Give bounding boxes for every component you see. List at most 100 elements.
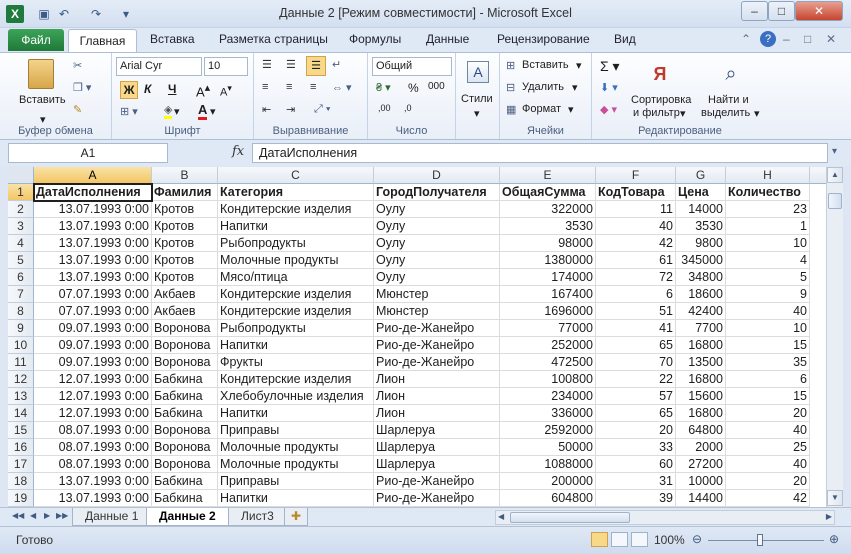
table-cell[interactable]: Молочные продукты [218, 252, 374, 269]
table-cell[interactable]: 2000 [676, 439, 726, 456]
clear-icon[interactable]: ◆ ▾ [600, 103, 617, 116]
header-cell[interactable]: ОбщаяСумма [500, 184, 596, 201]
page-layout-view-icon[interactable] [611, 532, 628, 547]
table-cell[interactable]: Кондитерские изделия [218, 371, 374, 388]
worksheet-grid[interactable]: A B C D E F G H 1 ДатаИсполнения Фамилия Категория Г… [8, 167, 826, 507]
format-cells-button[interactable]: Формат [522, 103, 561, 115]
font-size-select[interactable]: 10 [204, 57, 248, 76]
table-cell[interactable]: 65 [596, 405, 676, 422]
column-header-d[interactable]: D [374, 167, 500, 184]
row-header[interactable]: 19 [8, 490, 34, 507]
table-cell[interactable]: 2592000 [500, 422, 596, 439]
formula-input[interactable]: ДатаИсполнения [252, 143, 828, 163]
table-cell[interactable]: Лион [374, 371, 500, 388]
table-cell[interactable]: 23 [726, 201, 810, 218]
table-cell[interactable]: Воронова [152, 422, 218, 439]
table-cell[interactable]: 39 [596, 490, 676, 507]
column-header-g[interactable]: G [676, 167, 726, 184]
table-cell[interactable]: Лион [374, 405, 500, 422]
workbook-close-icon[interactable]: ✕ [826, 32, 836, 46]
grow-font-icon[interactable]: A▴ [196, 81, 210, 99]
horizontal-scrollbar[interactable]: ◀ ▶ [495, 510, 835, 525]
align-right-icon[interactable]: ≡ [310, 81, 316, 93]
insert-cells-button[interactable]: Вставить [522, 59, 569, 71]
row-header[interactable]: 5 [8, 252, 34, 269]
align-top-icon[interactable]: ☰ [262, 58, 272, 71]
table-cell[interactable]: 6 [596, 286, 676, 303]
table-cell[interactable]: 51 [596, 303, 676, 320]
table-cell[interactable]: 322000 [500, 201, 596, 218]
row-header[interactable]: 8 [8, 303, 34, 320]
row-header[interactable]: 11 [8, 354, 34, 371]
table-cell[interactable]: 70 [596, 354, 676, 371]
table-cell[interactable]: Рио-де-Жанейро [374, 354, 500, 371]
table-cell[interactable]: Кротов [152, 235, 218, 252]
insert-cells-icon[interactable]: ⊞ [506, 59, 515, 72]
scroll-up-icon[interactable]: ▲ [827, 167, 843, 183]
table-cell[interactable]: 60 [596, 456, 676, 473]
decrease-decimal-icon[interactable]: ,0 [404, 103, 412, 113]
table-cell[interactable]: Оулу [374, 218, 500, 235]
table-cell[interactable]: 336000 [500, 405, 596, 422]
table-cell[interactable]: Рио-де-Жанейро [374, 473, 500, 490]
table-cell[interactable]: Воронова [152, 439, 218, 456]
table-cell[interactable]: 77000 [500, 320, 596, 337]
workbook-minimize-icon[interactable]: – [783, 32, 790, 46]
table-cell[interactable]: 64800 [676, 422, 726, 439]
decrease-indent-icon[interactable]: ⇤ [262, 103, 271, 116]
first-sheet-icon[interactable]: ◀◀ [12, 511, 24, 520]
sheet-tab-3[interactable]: Лист3 [228, 508, 287, 526]
row-header[interactable]: 18 [8, 473, 34, 490]
insert-function-icon[interactable]: fx [232, 144, 244, 159]
fill-icon[interactable]: ⬇ ▾ [600, 81, 618, 94]
table-cell[interactable]: 13500 [676, 354, 726, 371]
tab-data[interactable]: Данные [426, 32, 469, 46]
delete-cells-icon[interactable]: ⊟ [506, 81, 515, 94]
zoom-in-icon[interactable]: ⊕ [829, 532, 839, 546]
row-header[interactable]: 16 [8, 439, 34, 456]
font-color-icon[interactable]: A [198, 102, 208, 120]
sort-filter-button[interactable]: Сортировка [631, 94, 691, 106]
styles-button[interactable]: Стили [461, 93, 493, 105]
table-cell[interactable]: 33 [596, 439, 676, 456]
table-cell[interactable]: 4 [726, 252, 810, 269]
tab-page-layout[interactable]: Разметка страницы [219, 32, 328, 46]
name-box[interactable]: A1 [8, 143, 168, 163]
table-cell[interactable]: Оулу [374, 252, 500, 269]
tab-file[interactable]: Файл [8, 29, 64, 51]
table-cell[interactable]: Мюнстер [374, 303, 500, 320]
cut-icon[interactable]: ✂ [73, 59, 82, 72]
table-cell[interactable]: 1696000 [500, 303, 596, 320]
table-cell[interactable]: Кротов [152, 269, 218, 286]
column-header-h[interactable]: H [726, 167, 810, 184]
header-cell[interactable]: ДатаИсполнения [34, 184, 152, 201]
column-header-b[interactable]: B [152, 167, 218, 184]
increase-decimal-icon[interactable]: ,00 [378, 103, 391, 113]
table-cell[interactable]: 167400 [500, 286, 596, 303]
align-left-icon[interactable]: ≡ [262, 81, 268, 93]
scroll-right-icon[interactable]: ▶ [826, 512, 832, 521]
table-cell[interactable]: 3530 [500, 218, 596, 235]
column-header-e[interactable]: E [500, 167, 596, 184]
row-header[interactable]: 14 [8, 405, 34, 422]
new-sheet-icon[interactable]: ✚ [284, 508, 309, 526]
table-cell[interactable]: 65 [596, 337, 676, 354]
table-cell[interactable]: 42 [596, 235, 676, 252]
header-cell[interactable]: Фамилия [152, 184, 218, 201]
help-icon[interactable]: ? [760, 31, 776, 47]
table-cell[interactable]: Кондитерские изделия [218, 201, 374, 218]
align-middle-icon[interactable]: ☰ [286, 58, 296, 71]
table-cell[interactable]: 12.07.1993 0:00 [34, 371, 152, 388]
row-header[interactable]: 1 [8, 184, 34, 201]
table-cell[interactable]: 10 [726, 235, 810, 252]
table-cell[interactable]: Молочные продукты [218, 456, 374, 473]
table-cell[interactable]: Акбаев [152, 303, 218, 320]
table-cell[interactable]: 7700 [676, 320, 726, 337]
table-cell[interactable]: 27200 [676, 456, 726, 473]
table-cell[interactable]: Акбаев [152, 286, 218, 303]
row-header[interactable]: 9 [8, 320, 34, 337]
table-cell[interactable]: 13.07.1993 0:00 [34, 252, 152, 269]
currency-icon[interactable]: ₴ ▾ [376, 81, 391, 94]
table-cell[interactable]: Рио-де-Жанейро [374, 337, 500, 354]
table-cell[interactable]: 20 [726, 473, 810, 490]
